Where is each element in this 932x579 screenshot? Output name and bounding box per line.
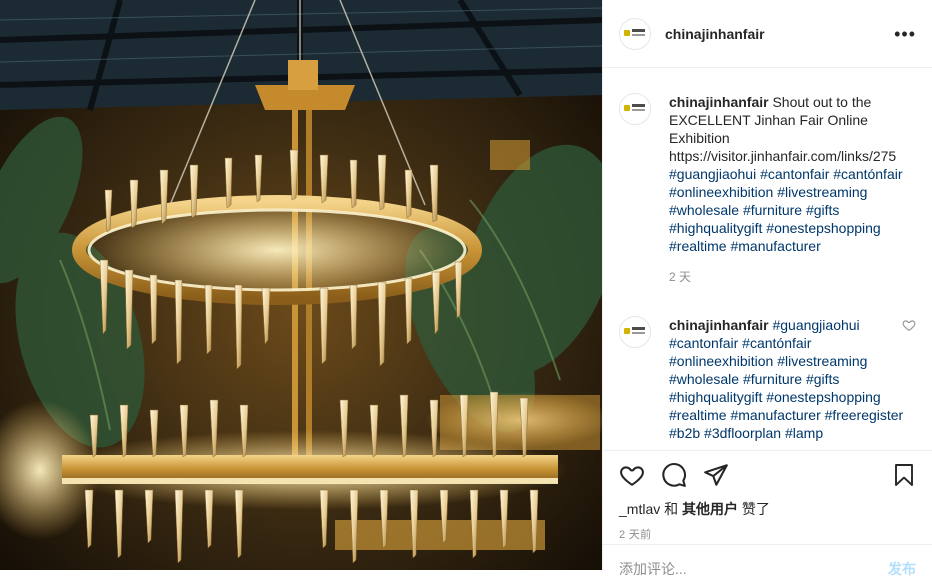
share-icon[interactable]: [703, 462, 729, 488]
likes-summary: _mtlav 和 其他用户 赞了: [619, 499, 916, 519]
avatar[interactable]: [619, 93, 651, 125]
more-icon[interactable]: •••: [894, 25, 916, 43]
comment-icon[interactable]: [661, 462, 687, 488]
post-comment-button[interactable]: 发布: [888, 559, 916, 577]
comment-link[interactable]: https://visitor.jinhanfair.com/links/275: [669, 148, 896, 164]
comment-body: chinajinhanfair Shout out to the EXCELLE…: [669, 93, 905, 286]
comment-hashtags[interactable]: #guangjiaohui #cantonfair #cantónfair #o…: [669, 317, 903, 441]
comment-like-heart-icon[interactable]: [902, 318, 916, 332]
jinhan-logo-icon: [624, 327, 646, 337]
comment-hashtags[interactable]: #guangjiaohui #cantonfair #cantónfair #o…: [669, 166, 903, 254]
action-icons: [619, 461, 916, 489]
comment-time: 2 天: [669, 270, 692, 284]
list-item: chinajinhanfair #guangjiaohui #cantonfai…: [619, 316, 916, 442]
header-username[interactable]: chinajinhanfair: [665, 26, 765, 42]
chandelier-photo: [0, 0, 602, 570]
heart-icon[interactable]: [619, 462, 645, 488]
post-header: chinajinhanfair •••: [603, 0, 932, 68]
jinhan-logo-icon: [624, 28, 646, 39]
add-comment-bar: 添加评论... 发布: [603, 544, 932, 577]
post-timestamp: 2 天前: [619, 529, 652, 541]
add-comment-input[interactable]: 添加评论...: [619, 559, 687, 577]
liker-username[interactable]: _mtlav: [619, 501, 660, 517]
instagram-post: chinajinhanfair ••• chinajinhanfair Shou…: [0, 0, 932, 577]
bookmark-icon[interactable]: [892, 462, 916, 488]
comments-list[interactable]: chinajinhanfair Shout out to the EXCELLE…: [603, 69, 932, 450]
avatar[interactable]: [619, 316, 651, 348]
likes-suffix: 赞了: [741, 501, 770, 517]
comment-body: chinajinhanfair #guangjiaohui #cantonfai…: [669, 316, 905, 442]
comment-username[interactable]: chinajinhanfair: [669, 317, 769, 333]
caption-comment: chinajinhanfair Shout out to the EXCELLE…: [619, 93, 916, 286]
likes-and: 和: [664, 501, 679, 517]
post-side-panel: chinajinhanfair ••• chinajinhanfair Shou…: [602, 0, 932, 577]
likes-others-link[interactable]: 其他用户: [682, 501, 738, 517]
comment-username[interactable]: chinajinhanfair: [669, 94, 769, 110]
post-actions: _mtlav 和 其他用户 赞了 2 天前: [603, 450, 932, 544]
avatar[interactable]: [619, 17, 651, 50]
jinhan-logo-icon: [624, 104, 646, 114]
post-photo[interactable]: [0, 0, 602, 570]
